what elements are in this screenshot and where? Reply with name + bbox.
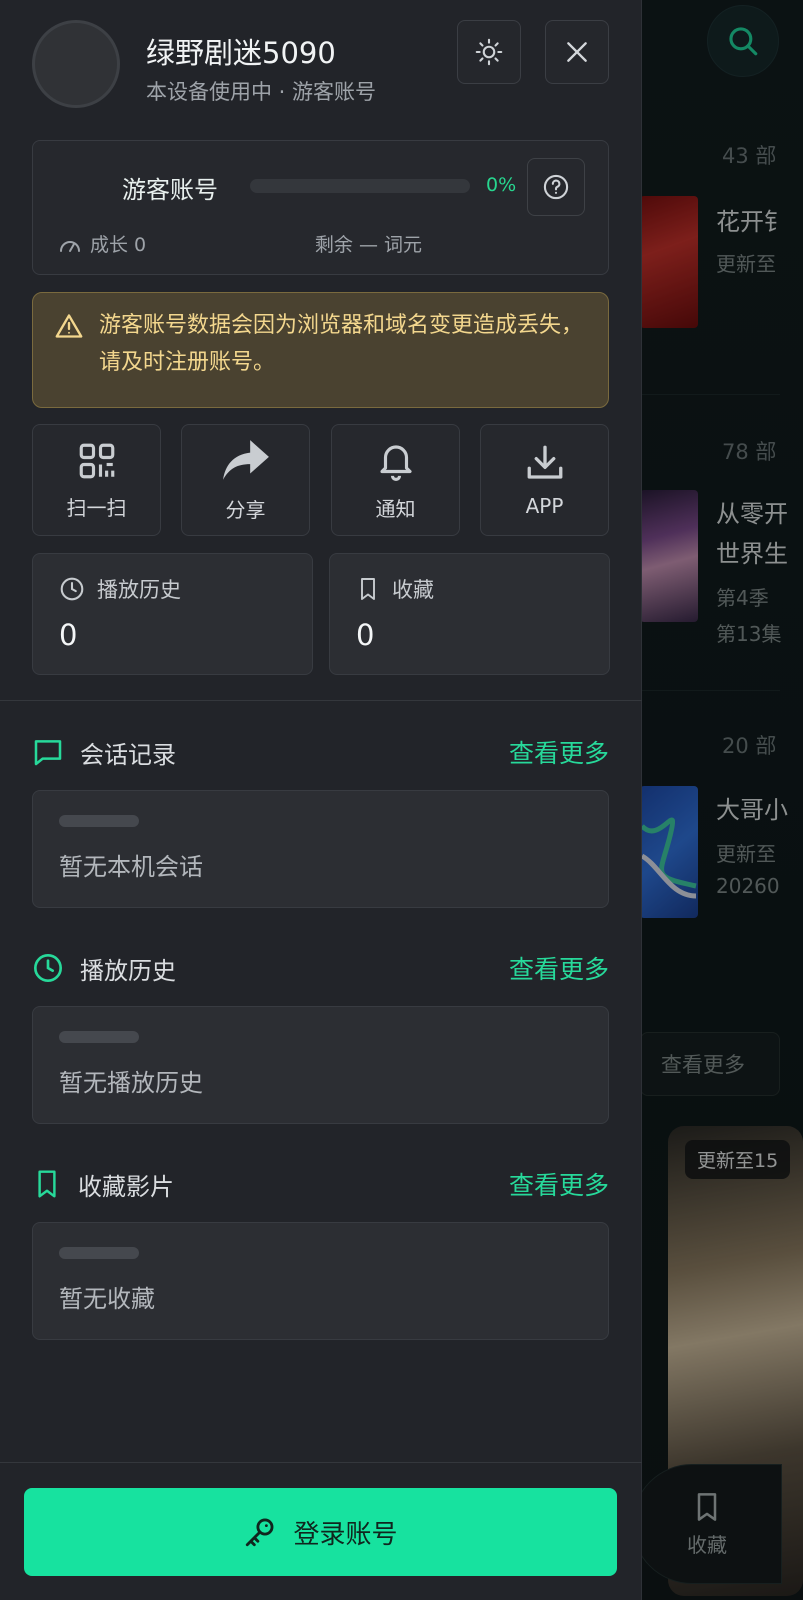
- history-view-more-link[interactable]: 查看更多: [509, 950, 609, 986]
- chat-view-more-link[interactable]: 查看更多: [509, 734, 609, 770]
- scan-label: 扫一扫: [66, 495, 127, 520]
- download-icon: [527, 445, 562, 479]
- divider: [0, 700, 642, 701]
- close-button[interactable]: [545, 20, 609, 84]
- favorites-empty-state: 暂无收藏: [32, 1222, 609, 1340]
- level-progress-bar: [250, 179, 470, 193]
- warning-icon: [55, 314, 83, 338]
- question-icon: [543, 174, 569, 200]
- gauge-icon: [60, 240, 80, 252]
- account-type: 游客账号: [122, 176, 218, 204]
- favorites-empty-text: 暂无收藏: [59, 1285, 155, 1313]
- history-empty-state: 暂无播放历史: [32, 1006, 609, 1124]
- share-label: 分享: [225, 497, 266, 522]
- login-button-label: 登录账号: [293, 1519, 398, 1550]
- chat-section-header: 会话记录 查看更多: [32, 730, 609, 774]
- scan-button[interactable]: 扫一扫: [32, 424, 161, 536]
- level-percent: 0%: [486, 174, 517, 196]
- download-app-button[interactable]: APP: [480, 424, 609, 536]
- guest-warning: 游客账号数据会因为浏览器和域名变更造成丢失，请及时注册账号。: [32, 292, 609, 408]
- avatar[interactable]: [32, 20, 120, 108]
- chat-empty-text: 暂无本机会话: [59, 853, 203, 881]
- clock-icon: [34, 954, 62, 982]
- skeleton-line: [59, 1031, 139, 1043]
- history-stat-value: 0: [59, 618, 78, 652]
- clock-icon: [60, 577, 84, 601]
- growth-label: 成长 0: [90, 234, 147, 256]
- sun-icon: [475, 38, 503, 66]
- favorites-view-more-link[interactable]: 查看更多: [509, 1166, 609, 1202]
- bookmark-icon: [361, 578, 375, 600]
- share-icon: [222, 439, 269, 480]
- key-icon: [246, 1518, 274, 1547]
- drawer-scrim[interactable]: [642, 0, 803, 1600]
- warning-text: 游客账号数据会因为浏览器和域名变更造成丢失，请及时注册账号。: [99, 313, 584, 375]
- favorites-section-title: 收藏影片: [78, 1172, 174, 1201]
- history-stat-label: 播放历史: [97, 578, 181, 602]
- notifications-label: 通知: [375, 496, 416, 521]
- chat-empty-state: 暂无本机会话: [32, 790, 609, 908]
- skeleton-line: [59, 815, 139, 827]
- theme-toggle-button[interactable]: [457, 20, 521, 84]
- history-stat-card[interactable]: 播放历史 0: [32, 553, 313, 675]
- favorites-stat-card[interactable]: 收藏 0: [329, 553, 610, 675]
- remaining-tokens: 剩余 — 词元: [314, 234, 422, 256]
- notifications-button[interactable]: 通知: [331, 424, 460, 536]
- favorites-section-header: 收藏影片 查看更多: [32, 1162, 609, 1206]
- username: 绿野剧迷5090: [146, 36, 336, 70]
- favorites-stat-value: 0: [356, 618, 375, 652]
- share-button[interactable]: 分享: [181, 424, 310, 536]
- user-drawer: 绿野剧迷5090 本设备使用中 · 游客账号 游客账号 0% 成长 0 剩余 —…: [0, 0, 642, 1600]
- history-empty-text: 暂无播放历史: [59, 1069, 203, 1097]
- bookmark-icon: [38, 1170, 56, 1198]
- divider: [0, 1462, 642, 1463]
- login-button[interactable]: 登录账号: [24, 1488, 617, 1576]
- download-app-label: APP: [525, 494, 564, 518]
- chat-section-title: 会话记录: [80, 740, 176, 769]
- skeleton-line: [59, 1247, 139, 1259]
- history-section-header: 播放历史 查看更多: [32, 946, 609, 990]
- help-button[interactable]: [527, 158, 585, 216]
- user-status: 本设备使用中 · 游客账号: [146, 80, 377, 104]
- favorites-stat-label: 收藏: [392, 578, 434, 602]
- growth-stat: 成长 0: [58, 230, 146, 257]
- bell-icon: [379, 445, 412, 481]
- qr-scan-icon: [79, 443, 114, 478]
- chat-icon: [34, 740, 62, 766]
- history-section-title: 播放历史: [80, 956, 176, 985]
- close-icon: [567, 42, 587, 62]
